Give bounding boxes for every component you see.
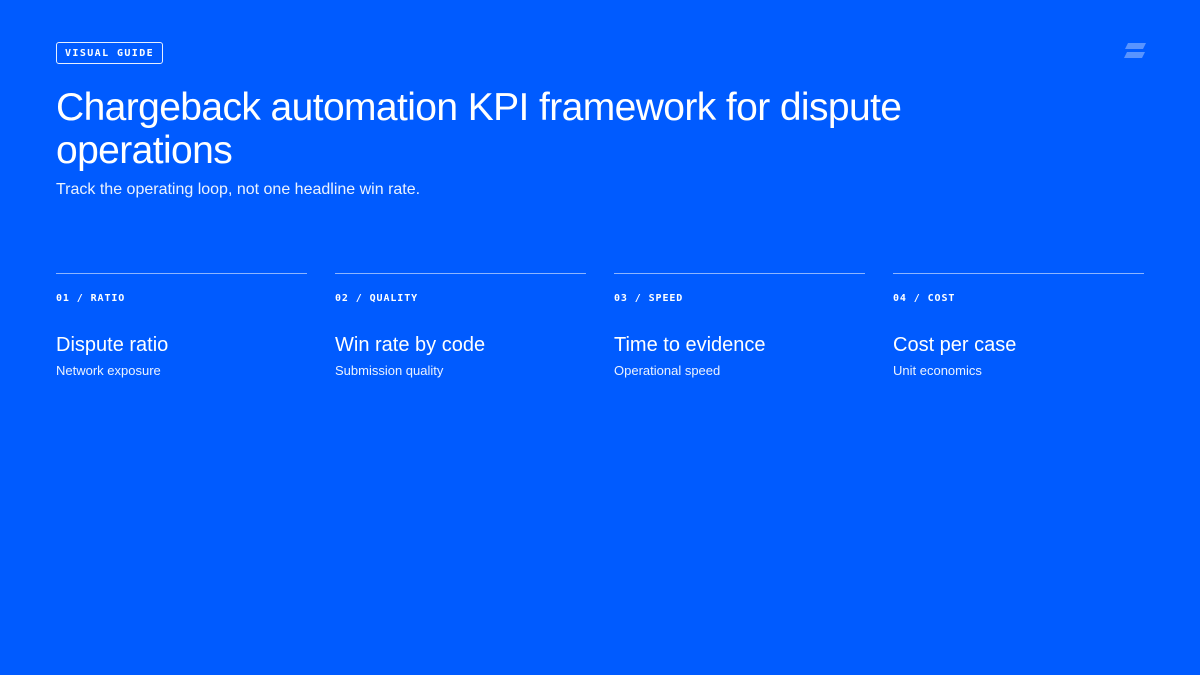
kpi-title: Cost per case <box>893 334 1017 356</box>
kpi-grid: 01 / RATIO Dispute ratio Network exposur… <box>56 273 1144 379</box>
kpi-label: 01 / RATIO <box>56 293 126 304</box>
kpi-card-ratio: 01 / RATIO Dispute ratio Network exposur… <box>56 273 307 379</box>
kpi-description: Network exposure <box>56 363 161 378</box>
kpi-title: Time to evidence <box>614 334 766 356</box>
kpi-description: Submission quality <box>335 363 444 378</box>
kpi-label: 03 / SPEED <box>614 293 684 304</box>
kpi-title: Win rate by code <box>335 334 486 356</box>
logo-icon <box>1124 43 1146 58</box>
kpi-card-speed: 03 / SPEED Time to evidence Operational … <box>614 273 865 379</box>
kpi-label: 02 / QUALITY <box>335 293 419 304</box>
page-subtitle: Track the operating loop, not one headli… <box>56 181 421 198</box>
visual-guide-tag: VISUAL GUIDE <box>56 42 164 64</box>
kpi-title: Dispute ratio <box>56 334 169 356</box>
kpi-label: 04 / COST <box>893 293 956 304</box>
kpi-card-quality: 02 / QUALITY Win rate by code Submission… <box>335 273 586 379</box>
kpi-card-cost: 04 / COST Cost per case Unit economics <box>893 273 1144 379</box>
slide: VISUAL GUIDE Chargeback automation KPI f… <box>0 0 1200 675</box>
page-title: Chargeback automation KPI framework for … <box>56 86 902 172</box>
kpi-description: Operational speed <box>614 363 721 378</box>
kpi-description: Unit economics <box>893 363 982 378</box>
